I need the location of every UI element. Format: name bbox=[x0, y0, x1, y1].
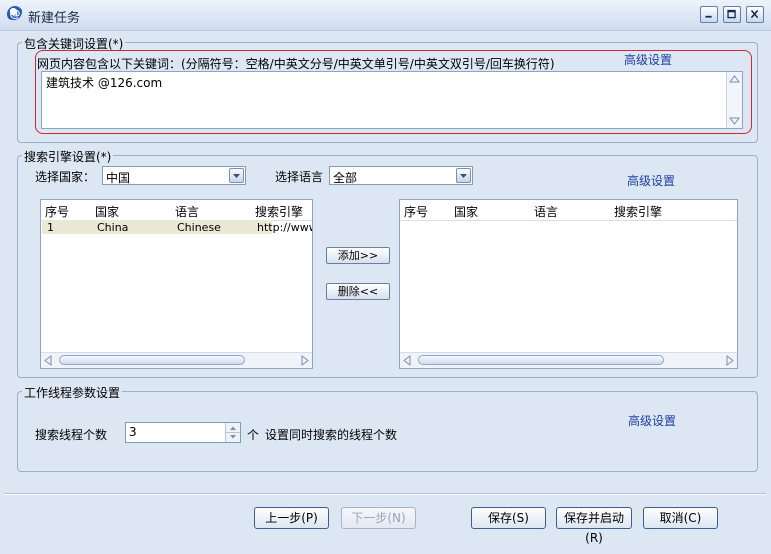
col-header-language[interactable]: 语言 bbox=[534, 203, 558, 220]
row-index: 1 bbox=[47, 221, 54, 234]
selected-list-header: 序号 国家 语言 搜索引擎 bbox=[400, 200, 737, 221]
col-header-country[interactable]: 国家 bbox=[95, 203, 119, 220]
minimize-icon bbox=[705, 15, 712, 18]
language-select-value: 全部 bbox=[333, 171, 358, 185]
keywords-textarea-value: 建筑技术 @126.com bbox=[46, 76, 163, 90]
row-country: China bbox=[97, 221, 129, 234]
scroll-down-icon[interactable] bbox=[728, 116, 741, 126]
chevron-down-icon bbox=[233, 174, 240, 178]
table-row[interactable] bbox=[42, 220, 272, 234]
col-header-country[interactable]: 国家 bbox=[454, 203, 478, 220]
maximize-button[interactable] bbox=[723, 6, 741, 23]
threads-hint: 设置同时搜索的线程个数 bbox=[265, 428, 398, 442]
country-dropdown-button[interactable] bbox=[229, 168, 244, 183]
keywords-instruction: 网页内容包含以下关键词：(分隔符号：空格/中英文分号/中英文单引号/中英文双引号… bbox=[37, 57, 555, 71]
scroll-left-icon[interactable] bbox=[43, 355, 53, 366]
threads-unit-label: 个 bbox=[247, 428, 260, 442]
selected-engines-list[interactable]: 序号 国家 语言 搜索引擎 bbox=[399, 199, 738, 369]
available-list-header: 序号 国家 语言 搜索引擎 bbox=[41, 200, 312, 221]
col-header-index[interactable]: 序号 bbox=[404, 203, 428, 220]
col-header-engine[interactable]: 搜索引擎 bbox=[255, 203, 303, 220]
chevron-down-icon bbox=[460, 174, 467, 178]
save-and-start-button[interactable]: 保存并启动(R) bbox=[556, 507, 632, 545]
thread-advanced-link[interactable]: 高级设置 bbox=[628, 412, 676, 429]
footer-separator bbox=[4, 493, 766, 495]
scroll-up-icon[interactable] bbox=[728, 74, 741, 84]
col-header-language[interactable]: 语言 bbox=[175, 203, 199, 220]
threads-label: 搜索线程个数 bbox=[35, 428, 108, 442]
keywords-textarea[interactable]: 建筑技术 @126.com bbox=[41, 71, 743, 129]
prev-button[interactable]: 上一步(P) bbox=[254, 507, 329, 529]
keywords-scrollbar[interactable] bbox=[726, 72, 742, 128]
language-select[interactable]: 全部 bbox=[329, 166, 473, 185]
available-list-hscrollbar[interactable] bbox=[41, 352, 312, 368]
country-label: 选择国家： bbox=[35, 170, 96, 184]
row-language: Chinese bbox=[177, 221, 221, 234]
maximize-icon bbox=[727, 9, 736, 19]
window-title: 新建任务 bbox=[28, 11, 81, 26]
minimize-button[interactable] bbox=[700, 6, 718, 23]
title-bar: @ 新建任务 bbox=[0, 0, 771, 31]
next-button: 下一步(N) bbox=[341, 507, 416, 529]
close-icon bbox=[750, 10, 759, 19]
stepper-arrows-icon[interactable] bbox=[226, 423, 240, 442]
stepper-buttons[interactable] bbox=[225, 423, 240, 442]
selected-list-hscrollbar[interactable] bbox=[400, 352, 737, 368]
language-label: 选择语言 bbox=[275, 170, 324, 184]
threads-stepper[interactable]: 3 bbox=[125, 422, 241, 443]
scroll-thumb[interactable] bbox=[418, 355, 664, 365]
engine-advanced-link[interactable]: 高级设置 bbox=[627, 172, 675, 189]
scroll-left-icon[interactable] bbox=[402, 355, 412, 366]
app-icon: @ bbox=[7, 6, 23, 22]
country-select-value: 中国 bbox=[106, 171, 131, 185]
save-button[interactable]: 保存(S) bbox=[471, 507, 546, 529]
keywords-advanced-link[interactable]: 高级设置 bbox=[624, 51, 672, 68]
cancel-button[interactable]: 取消(C) bbox=[643, 507, 718, 529]
row-engine: http://www bbox=[257, 221, 313, 234]
col-header-index[interactable]: 序号 bbox=[45, 203, 69, 220]
scroll-right-icon[interactable] bbox=[725, 355, 735, 366]
country-select[interactable]: 中国 bbox=[102, 166, 246, 185]
close-button[interactable] bbox=[746, 6, 764, 23]
remove-engine-button[interactable]: 删除<< bbox=[326, 283, 390, 300]
thread-group-legend: 工作线程参数设置 bbox=[22, 384, 123, 401]
col-header-engine[interactable]: 搜索引擎 bbox=[614, 203, 662, 220]
threads-stepper-value: 3 bbox=[129, 425, 137, 439]
available-engines-list[interactable]: 序号 国家 语言 搜索引擎 1 China Chinese http://www bbox=[40, 199, 313, 369]
language-dropdown-button[interactable] bbox=[456, 168, 471, 183]
scroll-thumb[interactable] bbox=[59, 355, 245, 365]
scroll-right-icon[interactable] bbox=[300, 355, 310, 366]
engine-group-legend: 搜索引擎设置(*) bbox=[22, 148, 114, 165]
add-engine-button[interactable]: 添加>> bbox=[326, 247, 390, 264]
